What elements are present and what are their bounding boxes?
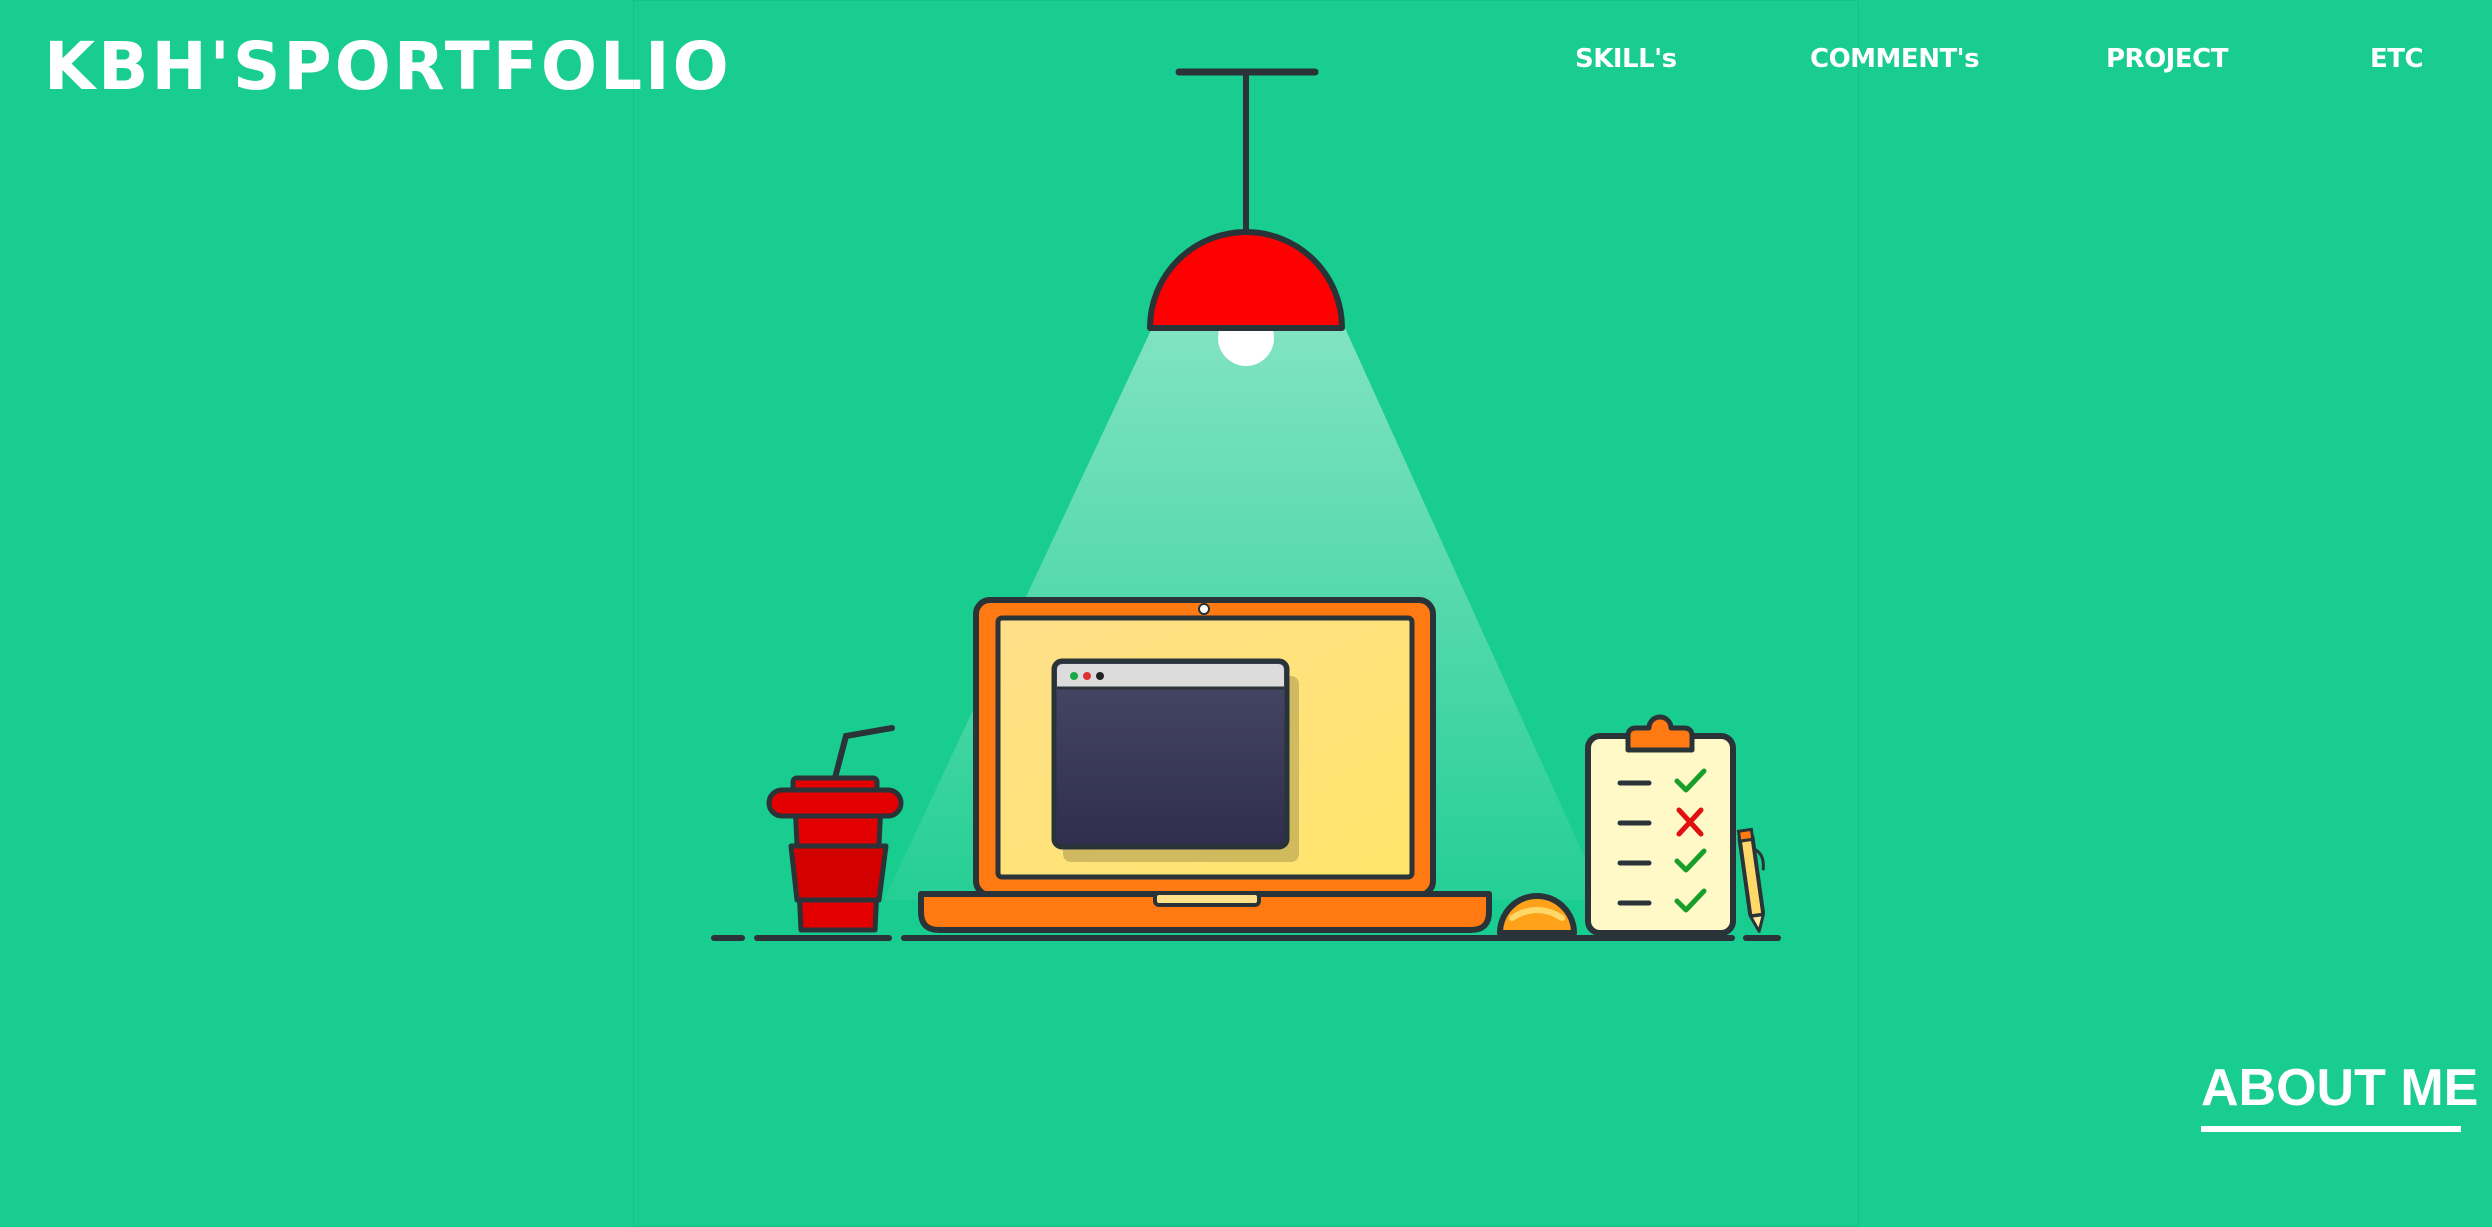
about-me-link[interactable]: ABOUT ME	[2201, 1058, 2478, 1118]
workspace-illustration	[711, 68, 1781, 941]
hero-illustration	[633, 0, 1859, 1227]
pencil-icon	[1736, 827, 1766, 933]
clipboard-icon	[1585, 714, 1736, 936]
lamp-icon	[1147, 68, 1345, 366]
nav-etc[interactable]: ETC	[2370, 44, 2424, 74]
mouse-icon	[1497, 893, 1577, 936]
cup-icon	[766, 725, 904, 933]
about-me-underline	[2201, 1126, 2461, 1132]
laptop-icon	[918, 597, 1492, 933]
nav-project[interactable]: PROJECT	[2106, 44, 2228, 74]
app-window	[1051, 658, 1299, 862]
